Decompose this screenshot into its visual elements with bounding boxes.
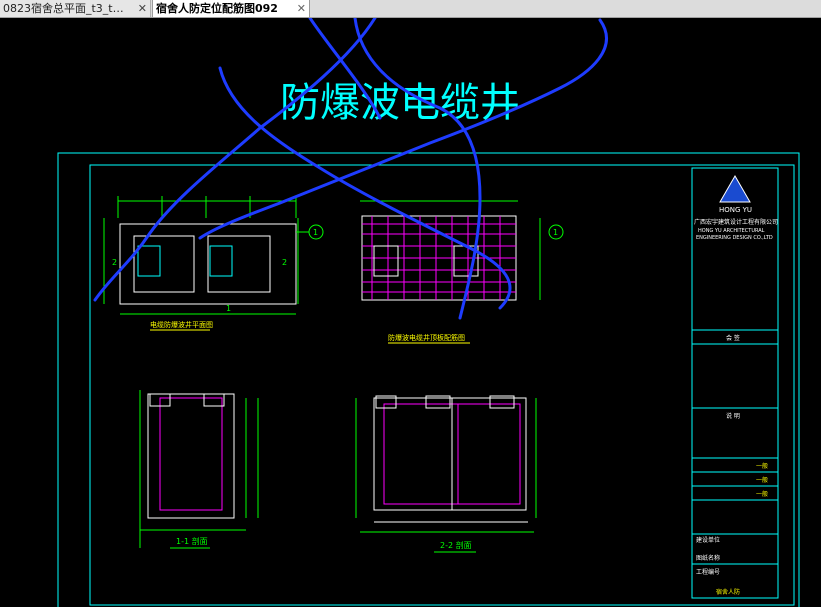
grid-bubble-label: 1	[553, 228, 558, 237]
right-rebar-plan-view: 1 防爆波电缆井顶板配筋图	[360, 200, 564, 344]
pit-chamber-right	[207, 235, 271, 293]
section-wall-outline	[147, 393, 235, 519]
approval-cell: 一般	[756, 462, 768, 470]
plan-title-right: 防爆波电缆井顶板配筋图	[388, 333, 465, 342]
plan-title-left: 电缆防爆波井平面图	[150, 320, 213, 329]
slab-opening	[373, 245, 399, 277]
company-name-en-2: ENGINEERING DESIGN CO.,LTD	[696, 235, 773, 241]
pit-opening	[209, 245, 233, 277]
tab-label: 宿舍人防定位配筋图092	[156, 2, 278, 15]
tab-label: 0823宿舍总平面_t3_t…	[3, 2, 124, 15]
section-cut-mark: 1	[226, 304, 231, 313]
sheet-label: 宿舍人防	[716, 588, 740, 596]
section-title-left: 1-1 剖面	[176, 536, 208, 546]
sketch-stroke	[93, 18, 377, 302]
close-icon[interactable]: ✕	[297, 0, 306, 17]
section-rebar	[159, 397, 223, 511]
grid-bubble-label: 1	[313, 228, 318, 237]
tab-site-plan[interactable]: 0823宿舍总平面_t3_t… ✕	[0, 0, 151, 17]
freehand-sketch-overlay	[93, 18, 608, 320]
section-cover	[203, 393, 225, 407]
logo-text: HONG YU	[719, 206, 752, 214]
section-title-right: 2-2 剖面	[440, 540, 472, 550]
notes-header: 说 明	[726, 412, 740, 420]
close-icon[interactable]: ✕	[138, 0, 147, 17]
triangle-logo-icon	[719, 174, 751, 203]
approval-cell: 一般	[756, 476, 768, 484]
pit-opening	[137, 245, 161, 277]
tab-rebar-drawing[interactable]: 宿舍人防定位配筋图092 ✕	[152, 0, 310, 17]
section-1-1-view: 1-1 剖面	[139, 390, 259, 549]
project-number-label: 工程编号	[696, 568, 720, 576]
title-block: HONG YU 广西宏宇建筑设计工程有限公司 HONG YU ARCHITECT…	[691, 167, 779, 599]
document-tab-bar: 0823宿舍总平面_t3_t… ✕ 宿舍人防定位配筋图092 ✕	[0, 0, 821, 18]
rebar-grid	[362, 216, 516, 300]
section-cut-mark: 2	[282, 258, 287, 267]
project-label: 建设单位	[696, 536, 720, 544]
company-name-cn: 广西宏宇建筑设计工程有限公司	[694, 218, 778, 226]
section-cut-mark: 2	[112, 258, 117, 267]
approval-cell: 一般	[756, 490, 768, 498]
outer-sheet-frame	[57, 152, 800, 607]
cad-drawing-canvas[interactable]: 防爆波电缆井 2 2 1 1 电缆防爆波井平面图 1 防爆波电缆井顶板配筋图 1…	[0, 18, 821, 607]
drawing-name-label: 图纸名称	[696, 554, 720, 562]
section-wall-outline	[373, 397, 527, 511]
section-2-2-view: 2-2 剖面	[355, 395, 537, 553]
company-name-en-1: HONG YU ARCHITECTURAL	[698, 228, 765, 234]
revision-header: 会 签	[726, 334, 740, 342]
left-plan-view: 2 2 1 1 电缆防爆波井平面图	[103, 196, 324, 331]
